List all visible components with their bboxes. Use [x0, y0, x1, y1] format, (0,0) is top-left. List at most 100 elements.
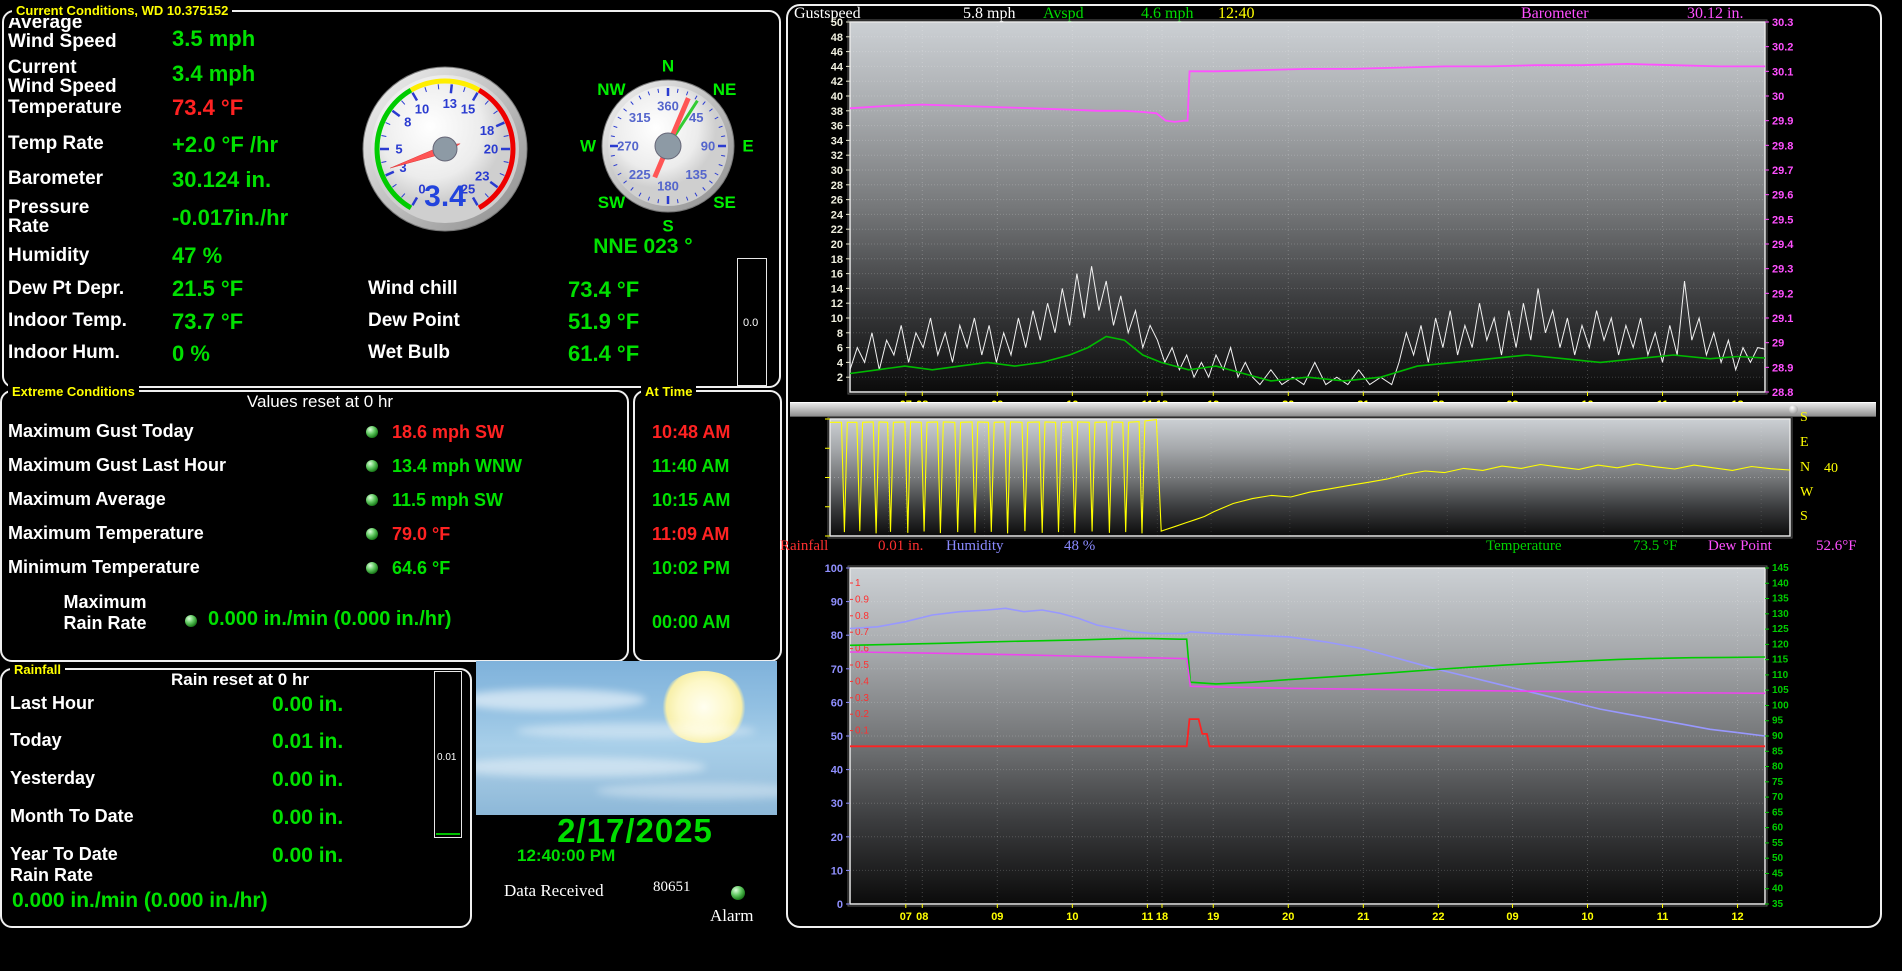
svg-text:110: 110: [1772, 670, 1789, 681]
svg-text:90: 90: [831, 597, 843, 609]
scrollbar-knob-icon[interactable]: [1789, 405, 1798, 414]
side-bar-gauge-value: 0.0: [743, 317, 758, 329]
rain-rate-value: 0.000 in./min (0.000 in./hr): [12, 889, 268, 913]
rainfall-title: Rainfall: [10, 662, 65, 677]
data-received-label: Data Received: [504, 881, 604, 901]
svg-text:19: 19: [1207, 911, 1219, 923]
svg-text:75: 75: [1772, 777, 1784, 788]
rain-reset-header: Rain reset at 0 hr: [110, 670, 370, 690]
time-display: 12:40:00 PM: [517, 846, 615, 866]
svg-text:0.8: 0.8: [855, 611, 869, 622]
rainfall-row-value: 0.01 in.: [272, 730, 343, 754]
extreme-reset-header: Values reset at 0 hr: [160, 392, 480, 412]
rainfall-row-value: 0.00 in.: [272, 806, 343, 830]
svg-text:29.7: 29.7: [1772, 165, 1793, 177]
svg-text:E: E: [742, 137, 753, 156]
at-time-value: 10:15 AM: [652, 490, 730, 511]
svg-text:10: 10: [1581, 911, 1593, 923]
extreme-row-led-icon: [366, 460, 378, 472]
footer-readout-value: 0.01 in.: [878, 538, 923, 555]
svg-text:30: 30: [831, 798, 843, 810]
svg-text:8: 8: [837, 328, 843, 340]
svg-text:30.2: 30.2: [1772, 42, 1793, 54]
svg-text:29.5: 29.5: [1772, 214, 1793, 226]
chart-separator-scrollbar[interactable]: [790, 402, 1876, 417]
svg-text:40: 40: [831, 765, 843, 777]
svg-text:09: 09: [991, 911, 1003, 923]
svg-text:SW: SW: [598, 193, 626, 212]
svg-text:48: 48: [831, 32, 843, 44]
rainfall-row-value: 0.00 in.: [272, 844, 343, 868]
svg-text:36: 36: [831, 121, 843, 133]
alarm-label: Alarm: [710, 906, 753, 926]
cc-row-value: -0.017in./hr: [172, 205, 288, 231]
svg-text:16: 16: [831, 269, 843, 281]
cloud-icon: [596, 783, 777, 799]
svg-text:60: 60: [831, 697, 843, 709]
cc-row-value: 21.5 °F: [172, 276, 243, 302]
svg-text:50: 50: [831, 17, 843, 29]
max-rain-rate-label: Maximum Rain Rate: [30, 592, 180, 634]
svg-text:18: 18: [831, 254, 843, 266]
svg-text:29: 29: [1772, 338, 1784, 350]
svg-text:2: 2: [837, 372, 843, 384]
svg-text:130: 130: [1772, 609, 1789, 620]
svg-text:44: 44: [831, 61, 844, 73]
cc-secondary-label: Dew Point: [368, 311, 460, 330]
cc-row-label: Temperature: [8, 98, 308, 117]
svg-text:100: 100: [825, 563, 843, 575]
svg-text:80: 80: [831, 630, 843, 642]
svg-text:20: 20: [1282, 911, 1294, 923]
rainfall-row-label: Today: [10, 731, 62, 750]
svg-text:29.1: 29.1: [1772, 313, 1793, 325]
footer-readout-value: 48 %: [1064, 538, 1095, 555]
svg-text:135: 135: [1772, 594, 1789, 605]
svg-text:30: 30: [831, 165, 843, 177]
svg-text:09: 09: [1506, 911, 1518, 923]
at-time-value: 11:40 AM: [652, 456, 729, 477]
extreme-row-value: 18.6 mph SW: [392, 422, 504, 443]
footer-readout-value: 73.5 °F: [1633, 538, 1677, 555]
svg-text:21: 21: [1357, 911, 1369, 923]
svg-text:0.4: 0.4: [855, 676, 869, 687]
side-bar-gauge: 0.0: [737, 258, 767, 386]
cc-secondary-label: Wet Bulb: [368, 343, 450, 362]
svg-text:1: 1: [855, 578, 861, 589]
footer-readout-label: Rainfall: [780, 538, 828, 555]
svg-text:125: 125: [1772, 624, 1789, 635]
svg-text:11: 11: [1142, 911, 1154, 923]
wind-direction-compass: 3604590135180225270315NNEESESSWWNW: [576, 54, 760, 238]
svg-text:S: S: [662, 217, 673, 236]
svg-text:80: 80: [1772, 762, 1784, 773]
strip-axis-label: E: [1800, 435, 1809, 451]
svg-text:12: 12: [831, 298, 843, 310]
extreme-row-led-icon: [366, 562, 378, 574]
svg-text:12: 12: [1731, 911, 1743, 923]
svg-text:42: 42: [831, 76, 843, 88]
svg-text:0.3: 0.3: [855, 693, 869, 704]
max-rain-rate-value: 0.000 in./min (0.000 in./hr): [208, 608, 451, 631]
svg-text:180: 180: [657, 179, 679, 194]
svg-text:50: 50: [1772, 853, 1784, 864]
svg-text:15: 15: [461, 102, 475, 117]
svg-text:225: 225: [629, 167, 651, 182]
current-conditions-title: Current Conditions, WD 10.375152: [12, 3, 232, 18]
svg-text:23: 23: [475, 169, 489, 184]
svg-text:60: 60: [1772, 823, 1784, 834]
svg-text:28.8: 28.8: [1772, 387, 1793, 399]
cc-row-value: 3.5 mph: [172, 26, 255, 52]
svg-text:55: 55: [1772, 838, 1784, 849]
svg-text:115: 115: [1772, 655, 1789, 666]
svg-text:360: 360: [657, 99, 679, 114]
date-display: 2/17/2025: [500, 812, 770, 850]
footer-readout-label: Humidity: [946, 538, 1004, 555]
rainfall-row-value: 0.00 in.: [272, 693, 343, 717]
svg-text:0.1: 0.1: [855, 726, 869, 737]
svg-text:29.2: 29.2: [1772, 288, 1793, 300]
rainfall-row-label: Year To Date: [10, 845, 118, 864]
svg-text:08: 08: [916, 911, 928, 923]
cc-row-label: Indoor Hum.: [8, 343, 308, 362]
packet-count: 80651: [653, 879, 691, 896]
extreme-row-value: 11.5 mph SW: [392, 490, 503, 511]
svg-text:45: 45: [1772, 868, 1784, 879]
